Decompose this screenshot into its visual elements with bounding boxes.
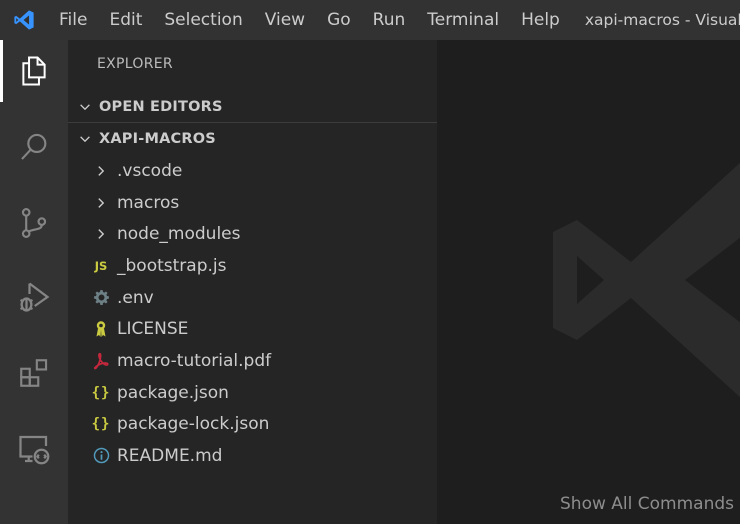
activity-run-debug[interactable] (0, 266, 68, 328)
chevron-down-icon (68, 132, 99, 146)
window-title: xapi-macros - Visual Studio Code (584, 11, 740, 29)
activity-search[interactable] (0, 116, 68, 178)
tree-file-bootstrap-js[interactable]: JS _bootstrap.js (68, 250, 437, 281)
tree-folder-vscode[interactable]: .vscode (68, 155, 437, 186)
chevron-right-icon (90, 218, 112, 249)
chevron-down-icon (68, 100, 99, 114)
menu-view[interactable]: View (254, 0, 316, 40)
open-editors-label: OPEN EDITORS (99, 98, 223, 115)
json-badge: {} (91, 415, 111, 432)
json-icon: {} (90, 408, 112, 439)
project-label: XAPI-MACROS (99, 130, 216, 147)
tree-file-readme-md[interactable]: README.md (68, 440, 437, 471)
files-icon (22, 56, 46, 86)
activity-source-control[interactable] (0, 192, 68, 254)
menu-terminal[interactable]: Terminal (416, 0, 510, 40)
tree-folder-node-modules[interactable]: node_modules (68, 218, 437, 249)
editor-area: Show All Commands (437, 40, 740, 524)
tree-item-label: macro-tutorial.pdf (117, 350, 272, 371)
run-debug-icon (19, 282, 50, 312)
info-icon (90, 440, 112, 471)
remote-explorer-icon (19, 435, 50, 465)
tree-item-label: .env (117, 287, 154, 308)
vscode-watermark-icon (553, 162, 740, 398)
menu-selection[interactable]: Selection (153, 0, 253, 40)
menu-help[interactable]: Help (510, 0, 571, 40)
activity-explorer[interactable] (0, 40, 68, 102)
chevron-right-icon (90, 187, 112, 218)
vscode-logo-icon[interactable] (0, 0, 48, 40)
activity-extensions[interactable] (0, 342, 68, 404)
json-badge: {} (91, 384, 111, 401)
js-file-icon: JS (90, 250, 112, 281)
show-all-commands-hint: Show All Commands (560, 494, 734, 514)
tree-item-label: package.json (117, 382, 229, 403)
gear-icon (90, 282, 112, 313)
tree-item-label: _bootstrap.js (117, 255, 227, 276)
activity-remote-explorer[interactable] (0, 418, 68, 480)
js-badge: JS (94, 258, 108, 273)
pdf-icon (90, 345, 112, 376)
tree-item-label: LICENSE (117, 318, 189, 339)
menu-edit[interactable]: Edit (98, 0, 153, 40)
extensions-icon (20, 359, 48, 387)
tree-file-package-lock-json[interactable]: {} package-lock.json (68, 408, 437, 439)
title-bar: File Edit Selection View Go Run Terminal… (0, 0, 740, 40)
explorer-sidebar: EXPLORER OPEN EDITORS XAPI-MACROS .vscod… (68, 40, 437, 524)
tree-file-package-json[interactable]: {} package.json (68, 377, 437, 408)
tree-file-env[interactable]: .env (68, 282, 437, 313)
menu-run[interactable]: Run (362, 0, 417, 40)
sidebar-title: EXPLORER (97, 56, 173, 72)
json-icon: {} (90, 377, 112, 408)
tree-item-label: .vscode (117, 160, 183, 181)
tree-item-label: node_modules (117, 223, 241, 244)
tree-file-license[interactable]: LICENSE (68, 313, 437, 344)
chevron-right-icon (90, 155, 112, 186)
tree-item-label: package-lock.json (117, 413, 270, 434)
source-control-icon (21, 208, 47, 238)
open-editors-header[interactable]: OPEN EDITORS (68, 91, 437, 122)
search-icon (21, 133, 47, 160)
tree-item-label: README.md (117, 445, 223, 466)
menu-file[interactable]: File (48, 0, 98, 40)
license-icon (90, 313, 112, 344)
tree-folder-macros[interactable]: macros (68, 187, 437, 218)
tree-item-label: macros (117, 192, 180, 213)
project-header[interactable]: XAPI-MACROS (68, 123, 437, 154)
tree-file-macro-tutorial-pdf[interactable]: macro-tutorial.pdf (68, 345, 437, 376)
menu-bar: File Edit Selection View Go Run Terminal… (48, 0, 571, 40)
activity-bar (0, 40, 68, 524)
menu-go[interactable]: Go (316, 0, 362, 40)
